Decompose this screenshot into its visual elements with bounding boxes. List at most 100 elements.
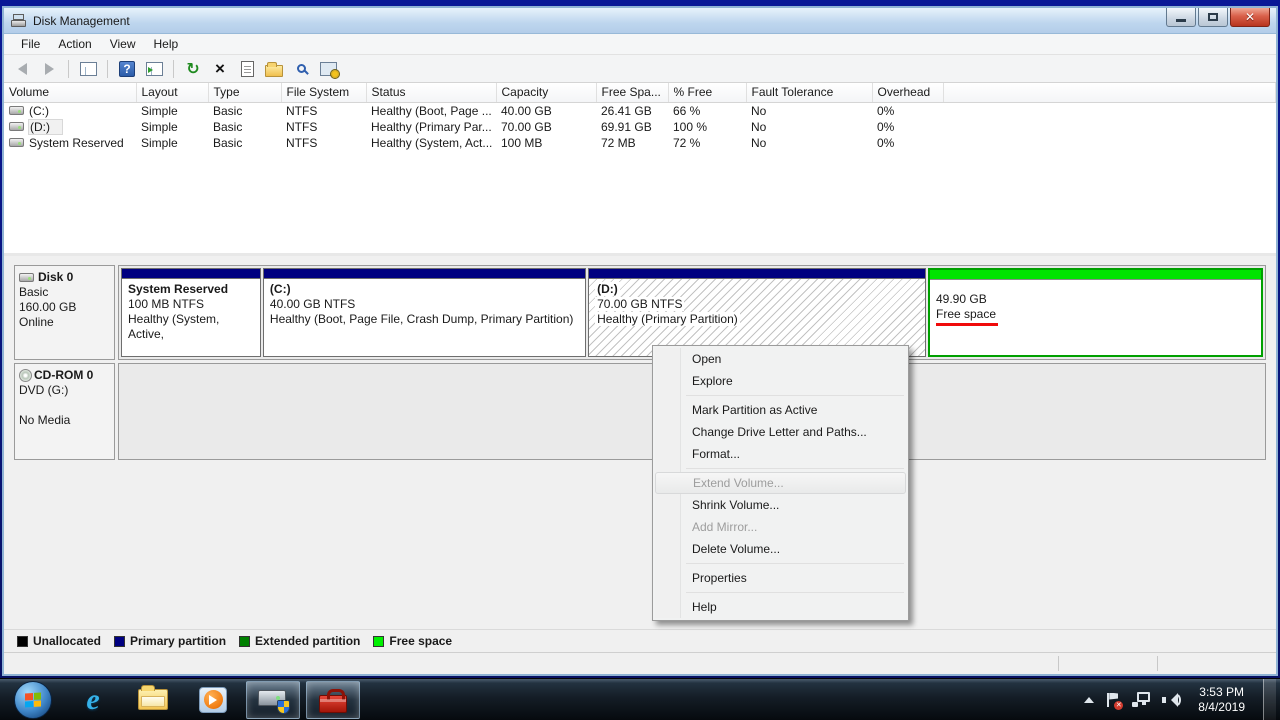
taskbar-disk-management[interactable] bbox=[246, 681, 300, 719]
drive-icon bbox=[9, 122, 24, 131]
action-center-flag-icon[interactable]: ✕ bbox=[1106, 692, 1120, 708]
start-button[interactable] bbox=[6, 681, 60, 719]
cd-icon bbox=[19, 369, 32, 382]
computer-management-icon[interactable] bbox=[318, 59, 338, 79]
menu-item-extend-volume: Extend Volume... bbox=[655, 472, 906, 494]
table-row-c[interactable]: (C:) Simple Basic NTFS Healthy (Boot, Pa… bbox=[4, 102, 1276, 119]
taskbar-windows-explorer[interactable] bbox=[126, 681, 180, 719]
menu-item-explore[interactable]: Explore bbox=[655, 370, 906, 392]
cdrom0-row: CD-ROM 0 DVD (G:) No Media bbox=[14, 363, 1266, 460]
properties-icon[interactable] bbox=[237, 59, 257, 79]
toolbar-separator bbox=[107, 60, 108, 78]
forward-icon[interactable] bbox=[39, 59, 59, 79]
show-hidden-icons-icon[interactable] bbox=[1084, 692, 1094, 703]
open-folder-icon[interactable] bbox=[264, 59, 284, 79]
toolbox-icon bbox=[319, 695, 347, 713]
refresh-icon[interactable]: ↻ bbox=[183, 59, 203, 79]
col-pct-free[interactable]: % Free bbox=[668, 83, 746, 102]
table-row-system-reserved[interactable]: System Reserved Simple Basic NTFS Health… bbox=[4, 135, 1276, 151]
menu-item-change-drive-letter[interactable]: Change Drive Letter and Paths... bbox=[655, 421, 906, 443]
col-status[interactable]: Status bbox=[366, 83, 496, 102]
menu-separator bbox=[686, 592, 904, 593]
free-space-color-bar bbox=[930, 270, 1261, 279]
table-row-d[interactable]: (D:) Simple Basic NTFS Healthy (Primary … bbox=[4, 119, 1276, 135]
primary-partition-color-bar bbox=[264, 269, 585, 278]
legend-extended-partition: Extended partition bbox=[239, 634, 360, 648]
col-overhead[interactable]: Overhead bbox=[872, 83, 943, 102]
menu-item-help[interactable]: Help bbox=[655, 596, 906, 618]
menu-item-delete-volume[interactable]: Delete Volume... bbox=[655, 538, 906, 560]
menu-help[interactable]: Help bbox=[145, 35, 188, 53]
context-menu: Open Explore Mark Partition as Active Ch… bbox=[652, 345, 909, 621]
disk-management-window: Disk Management ✕ File Action View Help … bbox=[2, 6, 1278, 676]
cdrom0-type: DVD (G:) bbox=[19, 383, 110, 398]
menu-view[interactable]: View bbox=[101, 35, 145, 53]
toolbar: ? ↻ × bbox=[4, 55, 1276, 83]
legend-unallocated: Unallocated bbox=[17, 634, 101, 648]
network-icon[interactable] bbox=[1132, 692, 1150, 708]
close-button[interactable]: ✕ bbox=[1230, 8, 1270, 27]
col-volume[interactable]: Volume bbox=[4, 83, 136, 102]
partition-d[interactable]: (D:) 70.00 GB NTFS Healthy (Primary Part… bbox=[588, 268, 926, 357]
drive-icon bbox=[19, 273, 34, 282]
volume-table: Volume Layout Type File System Status Ca… bbox=[4, 83, 1276, 151]
menu-action[interactable]: Action bbox=[49, 35, 100, 53]
menu-item-shrink-volume[interactable]: Shrink Volume... bbox=[655, 494, 906, 516]
col-free-space[interactable]: Free Spa... bbox=[596, 83, 668, 102]
legend-free-space: Free space bbox=[373, 634, 452, 648]
toolbar-separator bbox=[68, 60, 69, 78]
taskbar-toolbox[interactable] bbox=[306, 681, 360, 719]
extended-partition-swatch-icon bbox=[239, 636, 250, 647]
partition-system-reserved[interactable]: System Reserved 100 MB NTFS Healthy (Sys… bbox=[121, 268, 261, 357]
menu-item-format[interactable]: Format... bbox=[655, 443, 906, 465]
col-capacity[interactable]: Capacity bbox=[496, 83, 596, 102]
delete-icon[interactable]: × bbox=[210, 59, 230, 79]
menu-separator bbox=[686, 468, 904, 469]
primary-partition-color-bar bbox=[122, 269, 260, 278]
volume-icon[interactable] bbox=[1162, 692, 1180, 708]
col-layout[interactable]: Layout bbox=[136, 83, 208, 102]
maximize-button[interactable] bbox=[1198, 8, 1228, 27]
menu-item-add-mirror: Add Mirror... bbox=[655, 516, 906, 538]
show-console-tree-icon[interactable] bbox=[78, 59, 98, 79]
disk0-size: 160.00 GB bbox=[19, 300, 110, 315]
minimize-button[interactable] bbox=[1166, 8, 1196, 27]
status-separator bbox=[1157, 656, 1158, 671]
disk0-info-panel[interactable]: Disk 0 Basic 160.00 GB Online bbox=[14, 265, 115, 360]
title-bar[interactable]: Disk Management ✕ bbox=[4, 8, 1276, 34]
menu-item-properties[interactable]: Properties bbox=[655, 567, 906, 589]
cdrom0-info-panel[interactable]: CD-ROM 0 DVD (G:) No Media bbox=[14, 363, 115, 460]
window-title: Disk Management bbox=[33, 14, 130, 28]
disk-management-taskbar-icon bbox=[258, 687, 288, 713]
menu-item-open[interactable]: Open bbox=[655, 348, 906, 370]
drive-icon bbox=[9, 106, 24, 115]
menu-item-mark-partition-active[interactable]: Mark Partition as Active bbox=[655, 399, 906, 421]
toolbar-separator bbox=[173, 60, 174, 78]
free-space-region[interactable]: 49.90 GB Free space bbox=[928, 268, 1263, 357]
annotation-underline bbox=[936, 323, 998, 326]
free-space-swatch-icon bbox=[373, 636, 384, 647]
legend-bar: Unallocated Primary partition Extended p… bbox=[4, 629, 1276, 652]
partition-c[interactable]: (C:) 40.00 GB NTFS Healthy (Boot, Page F… bbox=[263, 268, 586, 357]
volume-list-pane: Volume Layout Type File System Status Ca… bbox=[4, 83, 1276, 256]
system-tray: ✕ 3:53 PM 8/4/2019 bbox=[1084, 679, 1280, 720]
primary-partition-swatch-icon bbox=[114, 636, 125, 647]
find-icon[interactable] bbox=[291, 59, 311, 79]
clock-date: 8/4/2019 bbox=[1198, 700, 1245, 715]
back-icon[interactable] bbox=[12, 59, 32, 79]
menu-file[interactable]: File bbox=[12, 35, 49, 53]
minimize-icon bbox=[1176, 19, 1186, 22]
taskbar-media-player[interactable] bbox=[186, 681, 240, 719]
taskbar-clock[interactable]: 3:53 PM 8/4/2019 bbox=[1192, 685, 1251, 715]
show-action-pane-icon[interactable] bbox=[144, 59, 164, 79]
taskbar: e ✕ 3:53 PM 8/4/2019 bbox=[0, 678, 1280, 720]
taskbar-internet-explorer[interactable]: e bbox=[66, 681, 120, 719]
free-space-label: Free space bbox=[936, 307, 1255, 322]
col-fault-tolerance[interactable]: Fault Tolerance bbox=[746, 83, 872, 102]
show-desktop-button[interactable] bbox=[1263, 679, 1276, 720]
col-file-system[interactable]: File System bbox=[281, 83, 366, 102]
col-type[interactable]: Type bbox=[208, 83, 281, 102]
folder-icon bbox=[138, 689, 168, 710]
drive-icon bbox=[9, 138, 24, 147]
help-icon[interactable]: ? bbox=[117, 59, 137, 79]
